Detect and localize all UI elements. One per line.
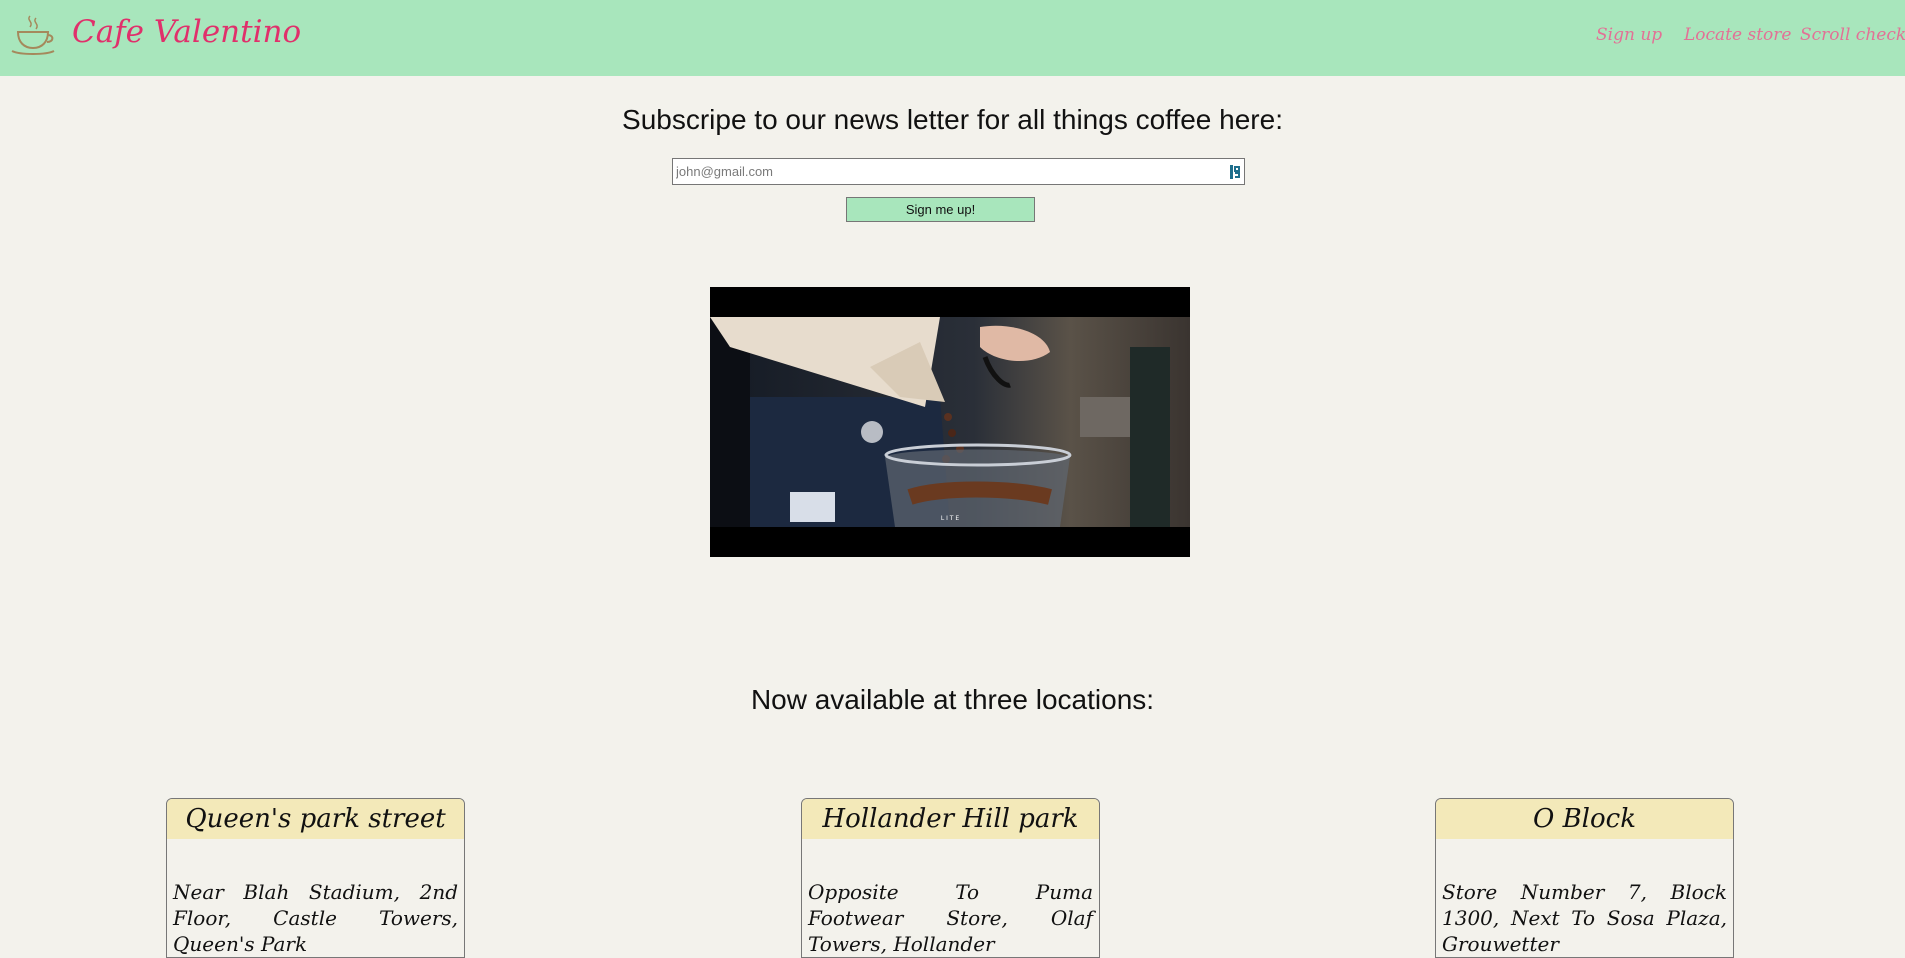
store-address: Store Number 7, Block 1300, Next To Sosa… <box>1442 880 1727 956</box>
newsletter-heading: Subscripe to our news letter for all thi… <box>622 104 1283 135</box>
site-header: Cafe Valentino Sign up Locate store Scro… <box>0 0 1905 76</box>
store-address: Opposite To Puma Footwear Store, Olaf To… <box>808 880 1093 956</box>
store-card: Hollander Hill park Opposite To Puma Foo… <box>801 798 1100 958</box>
video-frame: L I T E <box>710 287 1190 557</box>
store-card: Queen's park street Near Blah Stadium, 2… <box>166 798 465 958</box>
nav-sign-up[interactable]: Sign up <box>1596 25 1662 45</box>
store-address: Near Blah Stadium, 2nd Floor, Castle Tow… <box>173 880 458 956</box>
store-name: Hollander Hill park <box>802 799 1099 839</box>
nav-scroll-check[interactable]: Scroll check <box>1800 25 1905 45</box>
nav-locate-store[interactable]: Locate store <box>1684 25 1791 45</box>
store-card: O Block Store Number 7, Block 1300, Next… <box>1435 798 1734 958</box>
store-name: O Block <box>1436 799 1733 839</box>
video-caption: L I T E <box>941 515 959 522</box>
coffee-cup-icon <box>11 15 55 55</box>
password-manager-icon[interactable] <box>1229 164 1243 180</box>
email-field[interactable] <box>672 158 1245 185</box>
brand-name[interactable]: Cafe Valentino <box>72 14 301 50</box>
coffee-video[interactable]: L I T E <box>710 287 1190 557</box>
store-name: Queen's park street <box>167 799 464 839</box>
locations-heading: Now available at three locations: <box>750 684 1155 715</box>
sign-me-up-button[interactable]: Sign me up! <box>846 197 1035 222</box>
